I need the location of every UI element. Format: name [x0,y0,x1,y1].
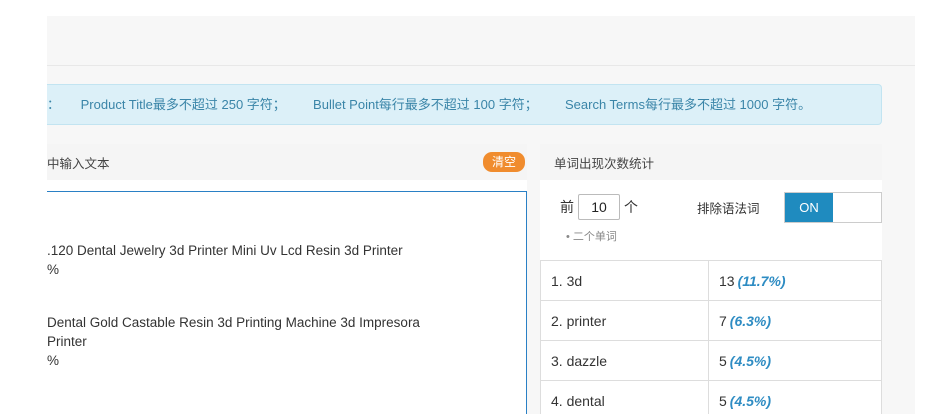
text-line: .120 Dental Jewelry 3d Printer Mini Uv L… [47,243,403,258]
text-line: % [47,262,60,277]
text-line: Dental Gold Castable Resin 3d Printing M… [47,315,420,330]
notice-rule-search: Search Terms每行最多不超过 1000 字符。 [564,97,812,112]
text-line: Printer [47,334,87,349]
top-n-input[interactable] [578,194,620,220]
count-cell: 5 (4.5%) [708,340,882,381]
top-suffix: 个 [624,199,638,215]
percent-value: (4.5%) [729,392,772,409]
notice-rule-bullet: Bullet Point每行最多不超过 100 字符； [313,97,538,112]
count-value: 5 [719,352,727,369]
top-prefix: 前 [560,199,574,215]
input-panel: 中输入文本 清空 .120 Dental Jewelry 3d Printer … [47,144,527,414]
count-value: 7 [719,312,727,329]
table-row: 4. dental 5 (4.5%) [540,380,882,414]
divider [47,65,915,66]
input-panel-header: 中输入文本 清空 [47,144,527,180]
stats-panel: 单词出现次数统计 前 个 • 二个单词 排除语法词 ON 1. 3d 13(11… [540,144,882,414]
toggle-on-state: ON [785,193,833,222]
table-row: 1. 3d 13 (11.7%) [540,260,882,301]
count-value: 13 [719,272,735,289]
word-count-hint[interactable]: • 二个单词 [566,228,617,244]
top-n-control: 前 个 [560,194,638,220]
clear-button[interactable]: 清空 [482,152,525,172]
main-shell: ： Product Title最多不超过 250 字符； Bullet Poin… [47,16,915,414]
word-stats-table: 1. 3d 13 (11.7%) 2. printer 7 (6.3%) 3. da… [540,260,882,414]
percent-value: (4.5%) [729,352,772,369]
notice-lead: ： [47,97,61,112]
notice-rule-title: Product Title最多不超过 250 字符； [80,97,286,112]
count-cell: 13 (11.7%) [708,260,882,301]
count-cell: 5 (4.5%) [708,380,882,414]
percent-value: (11.7%) [737,272,786,289]
table-row: 2. printer 7 (6.3%) [540,300,882,341]
text-input-area[interactable]: .120 Dental Jewelry 3d Printer Mini Uv L… [47,191,527,414]
stats-panel-title: 单词出现次数统计 [554,156,655,171]
word-cell: 4. dental [540,380,709,414]
count-cell: 7 (6.3%) [708,300,882,341]
word-cell: 2. printer [540,300,709,341]
word-cell: 1. 3d [540,260,709,301]
percent-value: (6.3%) [729,312,772,329]
stats-controls: 前 个 • 二个单词 排除语法词 ON [540,180,882,260]
exclude-grammar-label: 排除语法词 [697,202,760,216]
exclude-grammar-toggle[interactable]: ON [784,192,882,223]
text-line: % [47,353,60,368]
count-value: 5 [719,392,727,409]
stats-panel-header: 单词出现次数统计 [540,144,882,180]
word-cell: 3. dazzle [540,340,709,381]
table-row: 3. dazzle 5 (4.5%) [540,340,882,381]
input-panel-title: 中输入文本 [47,156,110,171]
length-notice: ： Product Title最多不超过 250 字符； Bullet Poin… [47,84,882,125]
